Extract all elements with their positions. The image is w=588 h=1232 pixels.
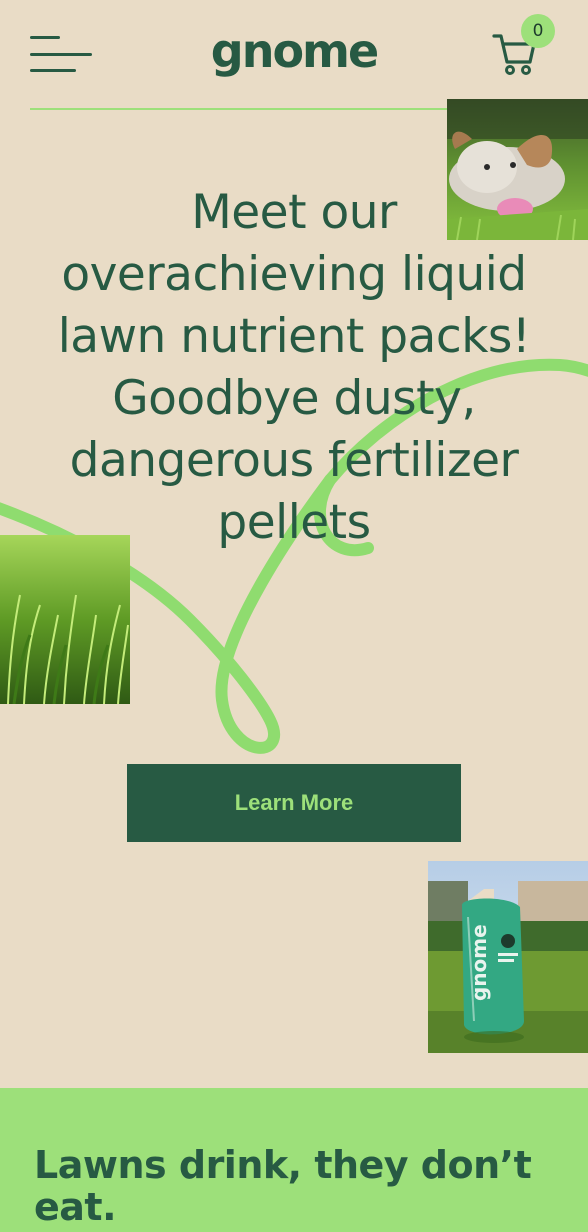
- hero-headline: Meet our overachieving liquid lawn nutri…: [57, 185, 531, 550]
- svg-text:gnome: gnome: [467, 924, 491, 1001]
- product-pouch-photo: gnome: [428, 861, 588, 1053]
- page: gnome 0 gnome Meet our overachieving liq…: [0, 0, 588, 1232]
- grass-closeup-photo: [0, 535, 130, 704]
- cart-count-badge: 0: [521, 14, 555, 48]
- learn-more-button[interactable]: Learn More: [127, 764, 461, 842]
- section-title: Lawns drink, they don’t eat.: [34, 1143, 532, 1229]
- site-header: gnome 0: [0, 0, 588, 110]
